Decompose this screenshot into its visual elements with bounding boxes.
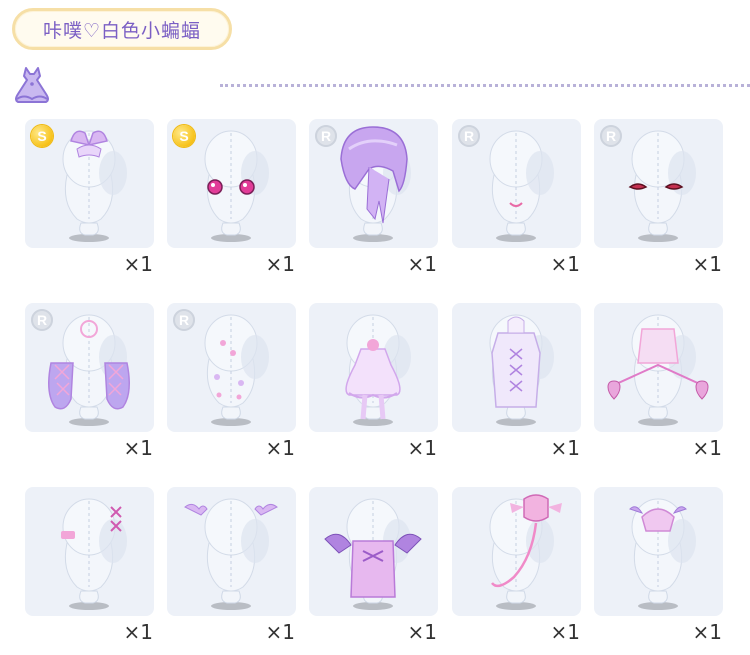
face-patches-cross-icon — [61, 498, 127, 610]
item-slot[interactable]: ×1 — [309, 487, 439, 644]
bag-heart-chain-icon — [607, 314, 709, 426]
rarity-badge-r: R — [315, 125, 337, 147]
item-quantity: ×1 — [123, 620, 153, 644]
item-slot[interactable]: ×1 — [25, 487, 155, 644]
item-card[interactable] — [309, 487, 438, 616]
item-card[interactable] — [25, 487, 154, 616]
item-card[interactable]: R — [167, 303, 296, 432]
coat-laced-icon — [489, 314, 554, 426]
item-card[interactable]: R — [25, 303, 154, 432]
item-slot[interactable]: ×1 — [594, 303, 724, 460]
item-slot[interactable]: ×1 — [594, 487, 724, 644]
boots-bat-wing-icon — [324, 498, 422, 610]
item-quantity: ×1 — [265, 620, 295, 644]
item-card[interactable] — [452, 487, 581, 616]
item-card[interactable] — [309, 303, 438, 432]
item-quantity: ×1 — [407, 252, 437, 276]
item-quantity: ×1 — [550, 436, 580, 460]
item-slot[interactable]: ×1 — [167, 487, 297, 644]
item-card[interactable] — [594, 487, 723, 616]
section-divider — [220, 84, 750, 87]
item-grid: S ×1 S ×1 R ×1 R ×1 R ×1 R ×1 R ×1 ×1 ×1… — [25, 119, 730, 649]
item-card[interactable]: S — [25, 119, 154, 248]
item-quantity: ×1 — [265, 436, 295, 460]
item-quantity: ×1 — [692, 436, 722, 460]
item-quantity: ×1 — [123, 436, 153, 460]
item-card[interactable]: R — [452, 119, 581, 248]
rarity-badge-r: R — [600, 125, 622, 147]
item-slot[interactable]: S ×1 — [25, 119, 155, 276]
item-quantity: ×1 — [123, 252, 153, 276]
dress-icon — [15, 67, 49, 103]
item-slot[interactable]: ×1 — [452, 303, 582, 460]
item-quantity: ×1 — [407, 436, 437, 460]
item-slot[interactable]: R ×1 — [309, 119, 439, 276]
rarity-badge-r: R — [173, 309, 195, 331]
rarity-badge-r: R — [31, 309, 53, 331]
item-slot[interactable]: R ×1 — [452, 119, 582, 276]
item-slot[interactable]: ×1 — [452, 487, 582, 644]
item-slot[interactable]: R ×1 — [594, 119, 724, 276]
item-card[interactable]: R — [594, 119, 723, 248]
rarity-badge-s: S — [173, 125, 195, 147]
item-slot[interactable]: ×1 — [309, 303, 439, 460]
item-card[interactable] — [594, 303, 723, 432]
bat-balloon-icon — [489, 494, 562, 610]
item-slot[interactable]: S ×1 — [167, 119, 297, 276]
item-quantity: ×1 — [550, 620, 580, 644]
item-slot[interactable]: R ×1 — [167, 303, 297, 460]
rarity-badge-s: S — [31, 125, 53, 147]
outfit-title: 咔噗♡白色小蝙蝠 — [42, 19, 202, 42]
item-card[interactable]: R — [309, 119, 438, 248]
item-quantity: ×1 — [692, 620, 722, 644]
item-quantity: ×1 — [265, 252, 295, 276]
item-card[interactable] — [167, 487, 296, 616]
dress-lolita-icon — [345, 314, 411, 426]
item-quantity: ×1 — [407, 620, 437, 644]
item-quantity: ×1 — [692, 252, 722, 276]
rarity-badge-r: R — [458, 125, 480, 147]
item-card[interactable]: S — [167, 119, 296, 248]
item-card[interactable] — [452, 303, 581, 432]
item-slot[interactable]: R ×1 — [25, 303, 155, 460]
item-quantity: ×1 — [550, 252, 580, 276]
bat-hat-icon — [629, 498, 696, 610]
bat-wing-hairpins-icon — [184, 498, 278, 610]
outfit-title-banner: 咔噗♡白色小蝙蝠 — [12, 8, 232, 50]
